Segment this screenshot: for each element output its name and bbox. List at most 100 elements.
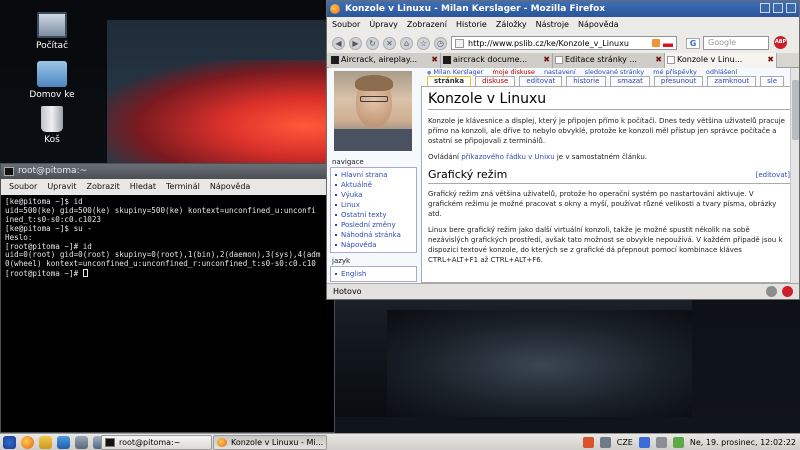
clock[interactable]: Ne, 19. prosinec, 12:02:22 [690,438,796,447]
nav-item-news[interactable]: Aktuálně [335,180,416,190]
tab-move[interactable]: přesunout [653,76,704,86]
section-edit-link[interactable]: [editovat] [756,171,790,179]
mail-launcher-icon[interactable] [39,436,52,449]
forward-icon[interactable]: ▶ [349,36,362,50]
tab-page[interactable]: stránka [427,76,472,86]
terminal-launcher-icon[interactable] [75,436,88,449]
tab-protect[interactable]: zamknout [707,76,757,86]
window-controls [760,3,796,13]
control-prefix: Ovládání [428,153,462,161]
tab-watch[interactable]: sle [760,76,785,86]
menu-bookmarks[interactable]: Záložky [496,17,527,33]
tab-close-icon[interactable]: ✖ [767,53,774,67]
lang-item-english[interactable]: English [335,269,416,279]
stop-icon[interactable]: ✕ [383,36,396,50]
history-icon[interactable]: ◷ [434,36,447,50]
taskbar-button-terminal[interactable]: root@pitoma:~ [101,435,212,450]
tab-aircrack-aireplay[interactable]: Aircrack, aireplay... ✖ [329,53,441,68]
section-title: Grafický režim [428,168,508,181]
menu-tools[interactable]: Nástroje [536,17,569,33]
tab-aircrack-docs[interactable]: aircrack docume... ✖ [441,53,553,68]
back-icon[interactable]: ◀ [332,36,345,50]
url-text: http://www.pslib.cz/ke/Konzole_v_Linuxu [468,38,629,48]
rss-feed-icon[interactable] [652,39,660,47]
tab-edit[interactable]: editovat [519,76,563,86]
firefox-window[interactable]: Konzole v Linuxu - Milan Kerslager - Moz… [326,0,800,300]
firefox-launcher-icon[interactable] [21,436,34,449]
adblock-status-icon[interactable] [782,286,793,297]
terminal-prompt: [root@pitoma ~]# [5,269,83,279]
terminal-menu-terminal[interactable]: Terminál [166,179,200,195]
nav-item-random-page[interactable]: Náhodná stránka [335,230,416,240]
firefox-icon [217,438,227,447]
status-bar: Hotovo [327,283,799,299]
menu-help[interactable]: Nápověda [578,17,619,33]
nav-portlet: Hlavní strana Aktuálně Výuka Linux Ostat… [330,167,417,253]
nav-item-other-texts[interactable]: Ostatní texty [335,210,416,220]
maximize-button[interactable] [773,3,783,13]
bluetooth-icon[interactable] [638,437,650,448]
network-icon[interactable] [599,437,611,448]
desktop-icon-computer[interactable]: Počítač [25,12,79,51]
battery-icon[interactable] [672,437,684,448]
firefox-titlebar[interactable]: Konzole v Linuxu - Milan Kerslager - Moz… [327,1,799,17]
menu-view[interactable]: Zobrazení [407,17,447,33]
desktop-icon-trash[interactable]: Koš [25,106,79,145]
portrait-hair [355,75,393,91]
fedora-menu-icon[interactable] [3,436,16,449]
tab-delete[interactable]: smazat [610,76,650,86]
search-engine-icon[interactable]: G [686,38,700,49]
command-line-link[interactable]: příkazového řádku v Unixu [461,153,554,161]
terminal-menu-search[interactable]: Hledat [130,179,156,195]
menu-file[interactable]: Soubor [332,17,360,33]
wiki-logo-portrait[interactable] [334,71,412,151]
terminal-window[interactable]: root@pitoma:~ Soubor Upravit Zobrazit Hl… [0,163,335,433]
minimize-button[interactable] [760,3,770,13]
terminal-menu-edit[interactable]: Upravit [47,179,76,195]
tab-history[interactable]: historie [566,76,607,86]
menu-history[interactable]: Historie [456,17,487,33]
taskbar-button-firefox[interactable]: Konzole v Linuxu - Mi... [213,435,327,450]
home-icon[interactable]: ⌂ [400,36,413,50]
volume-icon[interactable] [655,437,667,448]
keyboard-layout[interactable]: CZE [617,438,633,447]
terminal-menu-view[interactable]: Zobrazit [87,179,120,195]
nav-item-teaching[interactable]: Výuka [335,190,416,200]
nav-item-linux[interactable]: Linux [335,200,416,210]
tab-favicon-icon [331,56,339,64]
page-scrollbar[interactable] [790,68,799,283]
menu-edit[interactable]: Úpravy [369,17,398,33]
bookmark-icon[interactable]: ☆ [417,36,430,50]
tab-favicon-icon [555,56,563,64]
language-flag-icon[interactable] [663,40,673,47]
connection-status-icon[interactable] [766,286,777,297]
lang-portlet-title: jazyk [332,257,351,265]
adblock-icon[interactable]: ABP [774,36,787,49]
terminal-menu-file[interactable]: Soubor [9,179,37,195]
reload-icon[interactable]: ↻ [366,36,379,50]
taskbar-button-label: root@pitoma:~ [119,438,181,447]
scrollbar-thumb[interactable] [792,80,799,140]
terminal-menu-help[interactable]: Nápověda [210,179,251,195]
desktop-icon-label: Koš [44,135,60,145]
terminal-titlebar[interactable]: root@pitoma:~ [1,164,334,179]
section-paragraph-2: Linux bere grafický režim jako další vir… [428,226,783,264]
nav-item-help[interactable]: Nápověda [335,240,416,250]
tab-close-icon[interactable]: ✖ [655,53,662,67]
tab-edit-page[interactable]: Editace stránky ... ✖ [553,53,665,68]
nav-item-main-page[interactable]: Hlavní strana [335,170,416,180]
update-notifier-icon[interactable] [582,437,594,448]
url-bar[interactable]: http://www.pslib.cz/ke/Konzole_v_Linuxu [451,36,677,50]
search-placeholder: Google [708,38,737,47]
search-input[interactable]: G Google [686,36,769,50]
terminal-cursor [82,269,88,278]
close-button[interactable] [786,3,796,13]
tab-close-icon[interactable]: ✖ [543,53,550,67]
nav-item-recent-changes[interactable]: Poslední změny [335,220,416,230]
terminal-output[interactable]: [ke@pitoma ~]$ id uid=500(ke) gid=500(ke)… [1,195,334,430]
desktop-icon-home[interactable]: Domov ke [25,61,79,100]
tab-close-icon[interactable]: ✖ [431,53,438,67]
tab-konzole-v-linuxu[interactable]: Konzole v Linu... ✖ [665,53,777,68]
tab-discussion[interactable]: diskuse [475,76,516,86]
network-launcher-icon[interactable] [57,436,70,449]
